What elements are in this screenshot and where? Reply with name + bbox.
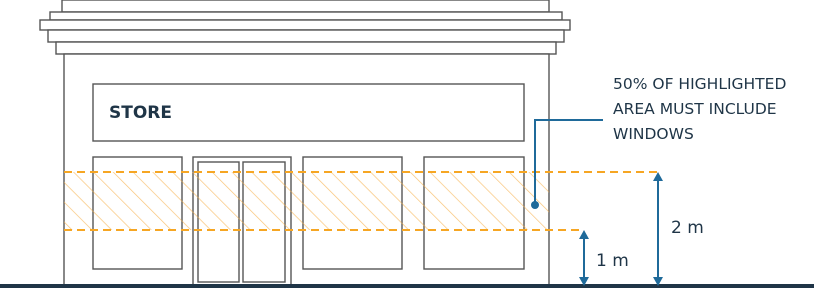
annotation-line-1: 50% OF HIGHLIGHTED (613, 75, 786, 93)
highlighted-window-zone (64, 172, 549, 230)
dimension-1m-label: 1 m (596, 251, 629, 271)
annotation-line-2: AREA MUST INCLUDE (613, 100, 777, 118)
dimension-2m-arrow (653, 172, 663, 286)
dimension-1m-arrow (579, 230, 589, 286)
dimension-2m-label: 2 m (671, 218, 704, 238)
annotation-text: 50% OF HIGHLIGHTED AREA MUST INCLUDE WIN… (613, 75, 791, 143)
store-sign-text: STORE (109, 103, 172, 123)
storefront-diagram: STORE 2 m 1 m 50% OF HIGHLIGHTED AREA MU… (0, 0, 814, 288)
annotation-line-3: WINDOWS (613, 125, 694, 143)
building-cornice (39, 0, 571, 55)
ground-line (0, 284, 814, 288)
